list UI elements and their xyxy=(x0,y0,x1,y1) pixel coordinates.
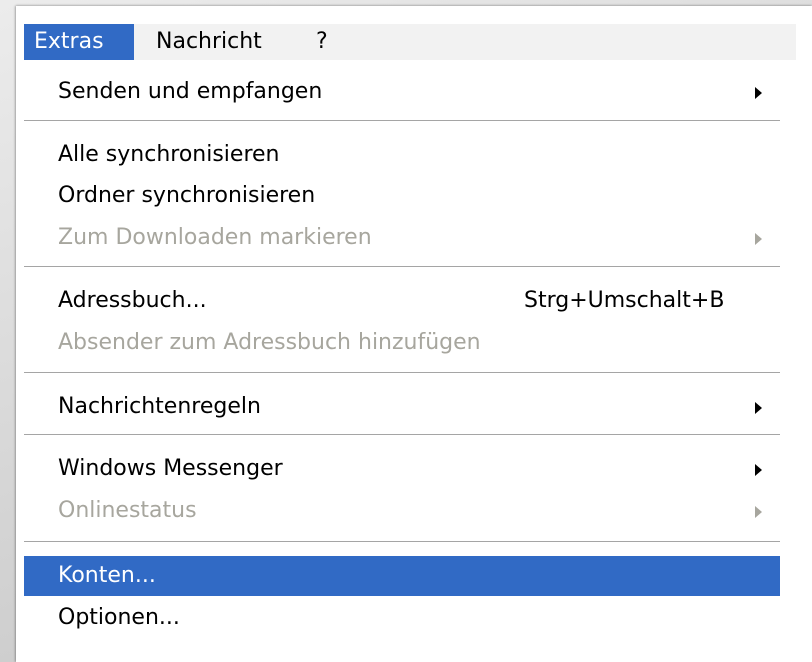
menu-separator xyxy=(24,266,780,268)
menu-separator xyxy=(24,541,780,543)
submenu-arrow-icon xyxy=(755,506,762,518)
menu-item-alle-synchronisieren[interactable]: Alle synchronisieren xyxy=(24,135,780,175)
menu-item-label: Windows Messenger xyxy=(58,456,283,481)
menu-bar: Extras Nachricht ? xyxy=(24,24,796,61)
menu-item-label: Nachrichtenregeln xyxy=(58,394,261,419)
menu-item-label: Ordner synchronisieren xyxy=(58,183,316,208)
menu-item-onlinestatus[interactable]: Onlinestatus xyxy=(24,491,780,531)
submenu-arrow-icon xyxy=(755,402,762,414)
menu-separator xyxy=(24,372,780,374)
menu-item-label: Adressbuch... xyxy=(58,288,207,313)
menu-item-adressbuch[interactable]: Adressbuch... Strg+Umschalt+B xyxy=(24,281,780,321)
menu-item-label: Konten... xyxy=(58,563,156,588)
menu-item-senden-empfangen[interactable]: Senden und empfangen xyxy=(24,72,780,112)
menu-item-konten[interactable]: Konten... xyxy=(24,556,780,596)
submenu-arrow-icon xyxy=(755,87,762,99)
submenu-arrow-icon xyxy=(755,233,762,245)
extras-dropdown-menu: Senden und empfangen Alle synchronisiere… xyxy=(24,60,796,656)
menu-help[interactable]: ? xyxy=(306,24,346,60)
menu-item-label: Senden und empfangen xyxy=(58,79,323,104)
menu-nachricht[interactable]: Nachricht xyxy=(146,24,282,60)
menu-separator xyxy=(24,120,780,122)
menu-item-zum-downloaden-markieren[interactable]: Zum Downloaden markieren xyxy=(24,218,780,258)
menu-item-nachrichtenregeln[interactable]: Nachrichtenregeln xyxy=(24,387,780,427)
menu-item-windows-messenger[interactable]: Windows Messenger xyxy=(24,449,780,489)
menu-item-label: Onlinestatus xyxy=(58,498,197,523)
menu-item-label: Absender zum Adressbuch hinzufügen xyxy=(58,330,481,355)
menu-item-shortcut: Strg+Umschalt+B xyxy=(524,288,725,313)
menu-separator xyxy=(24,434,780,436)
submenu-arrow-icon xyxy=(755,464,762,476)
menu-item-label: Optionen... xyxy=(58,605,180,630)
menu-extras[interactable]: Extras xyxy=(24,24,134,60)
menu-item-absender-hinzufuegen[interactable]: Absender zum Adressbuch hinzufügen xyxy=(24,323,780,363)
menu-item-label: Alle synchronisieren xyxy=(58,142,280,167)
menu-item-label: Zum Downloaden markieren xyxy=(58,225,372,250)
menu-item-optionen[interactable]: Optionen... xyxy=(24,598,780,638)
menu-item-ordner-synchronisieren[interactable]: Ordner synchronisieren xyxy=(24,176,780,216)
